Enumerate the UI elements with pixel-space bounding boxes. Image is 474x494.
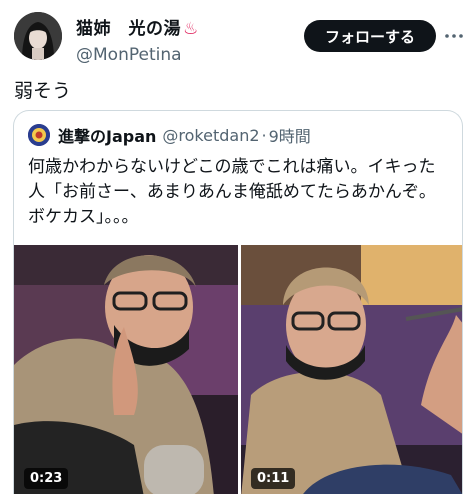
video-thumbnail-2[interactable]: 0:11 — [241, 245, 462, 494]
quoted-time[interactable]: 9時間 — [269, 123, 311, 147]
author-display-name-text: 猫姉 光の湯 — [76, 19, 181, 39]
more-icon[interactable] — [444, 20, 464, 52]
quoted-handle[interactable]: @roketdan2 — [162, 126, 259, 145]
quoted-separator: · — [261, 125, 267, 145]
author-display-name[interactable]: 猫姉 光の湯 ♨ — [76, 14, 199, 39]
video-duration-badge: 0:11 — [251, 468, 296, 489]
author-names: 猫姉 光の湯 ♨ @MonPetina — [76, 14, 199, 65]
quoted-tweet[interactable]: 進撃のJapan @roketdan2 · 9時間 何歳かわからないけどこの歳で… — [13, 110, 463, 494]
tweet-text: 弱そう — [14, 80, 72, 102]
video-duration-badge: 0:23 — [24, 468, 69, 489]
quoted-text: 何歳かわからないけどこの歳でこれは痛い。イキった人「お前さー、あまりあんま俺舐め… — [28, 157, 436, 227]
quoted-avatar[interactable] — [28, 124, 50, 146]
author-avatar[interactable] — [14, 12, 62, 60]
hot-spring-icon: ♨ — [183, 19, 199, 39]
tweet-header: 猫姉 光の湯 ♨ @MonPetina フォローする — [14, 10, 464, 66]
follow-button[interactable]: フォローする — [304, 20, 436, 52]
author-handle[interactable]: @MonPetina — [76, 45, 199, 65]
quoted-display-name[interactable]: 進撃のJapan — [58, 123, 156, 147]
quoted-header: 進撃のJapan @roketdan2 · 9時間 — [28, 123, 311, 147]
video-thumbnail-1[interactable]: 0:23 — [14, 245, 238, 494]
